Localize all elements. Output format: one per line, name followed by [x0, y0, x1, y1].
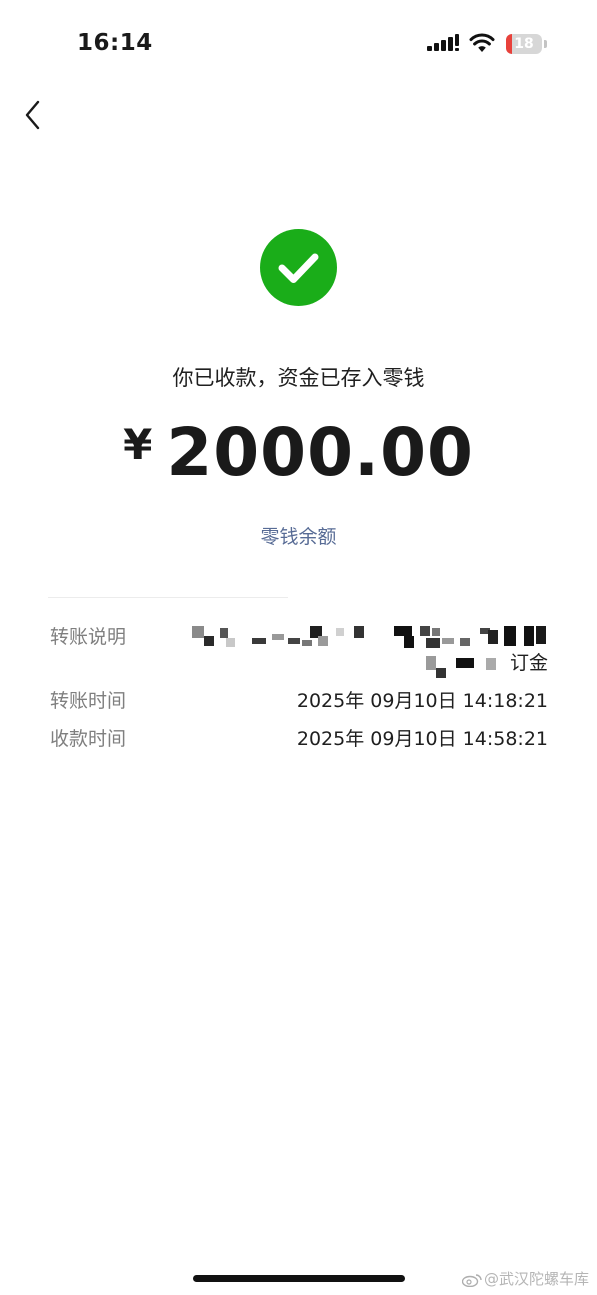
redacted-mosaic — [190, 626, 550, 678]
balance-link[interactable]: 零钱余额 — [0, 522, 597, 549]
remark-value: 订金 — [509, 652, 548, 674]
battery-cap — [544, 40, 547, 48]
check-circle-icon — [260, 229, 337, 306]
back-button[interactable] — [18, 96, 54, 136]
amount-display: ¥2000.00 — [0, 414, 597, 504]
weibo-icon — [461, 1273, 482, 1287]
signal-icon — [427, 34, 459, 51]
currency-symbol: ¥ — [123, 420, 153, 469]
divider — [48, 597, 288, 598]
receipt-headline: 你已收款，资金已存入零钱 — [172, 366, 425, 390]
receive-time-label: 收款时间 — [50, 728, 127, 750]
amount-value: 2000.00 — [166, 414, 474, 491]
receive-time-value: 2025年 09月10日 14:58:21 — [296, 728, 548, 750]
transfer-time-label: 转账时间 — [50, 690, 127, 712]
status-bar: 16:14 18 — [0, 0, 597, 90]
watermark: @武汉陀螺车库 — [461, 1268, 589, 1289]
chevron-left-icon — [25, 100, 40, 130]
transfer-time-value: 2025年 09月10日 14:18:21 — [296, 690, 548, 712]
home-indicator[interactable] — [193, 1275, 405, 1282]
remark-label: 转账说明 — [50, 626, 127, 648]
watermark-text: @武汉陀螺车库 — [483, 1270, 589, 1288]
wifi-icon — [469, 33, 495, 52]
status-time: 16:14 — [77, 30, 153, 56]
battery-icon: 18 — [506, 34, 542, 54]
battery-level: 18 — [514, 36, 534, 52]
